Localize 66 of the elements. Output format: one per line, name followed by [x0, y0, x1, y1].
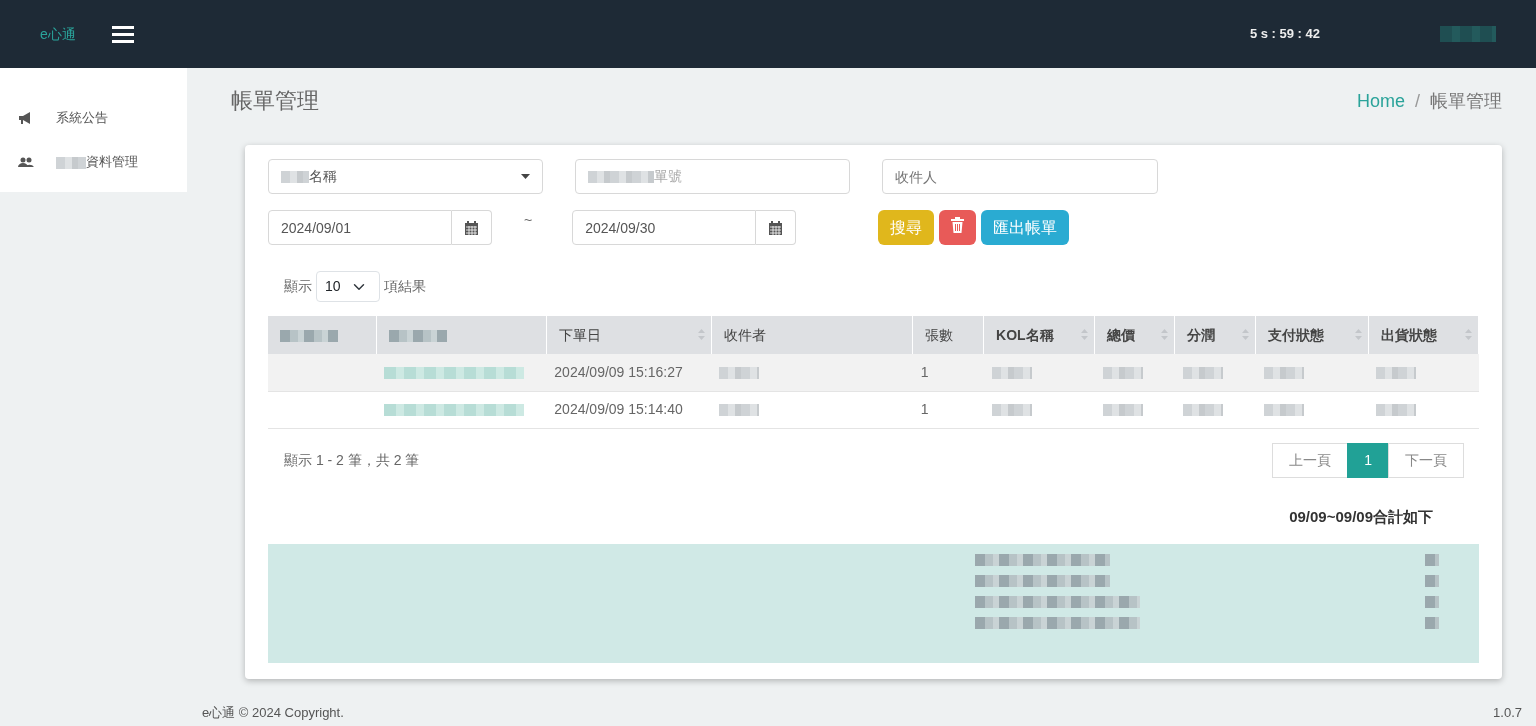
blurred-text: [1425, 596, 1439, 608]
blurred-text: [56, 156, 86, 169]
caret-icon: [521, 174, 530, 179]
copyright-text: e心通 © 2024 Copyright.: [202, 704, 344, 722]
blurred-text: [388, 329, 447, 342]
sidebar-label: 資料管理: [56, 152, 138, 172]
date-field[interactable]: 2024/09/30: [572, 210, 757, 245]
blurred-text: [991, 404, 1032, 417]
blurred-text: [1425, 575, 1439, 587]
blurred-text: [719, 367, 760, 380]
length-label: 顯示: [284, 277, 312, 296]
blurred-text: [1376, 404, 1417, 417]
session-timer: 5 s : 59 : 42: [1249, 25, 1320, 44]
table-cell: 1: [920, 363, 929, 380]
blurred-text: [1263, 404, 1304, 417]
blurred-text: [1182, 367, 1223, 380]
summary-title: 09/09~09/09合計如下: [1289, 507, 1433, 525]
page-title: 帳單管理: [231, 88, 319, 115]
blurred-text: [1425, 617, 1439, 629]
breadcrumb-separator: /: [1415, 90, 1420, 113]
column-header[interactable]: 張數: [912, 316, 984, 354]
recipient-field[interactable]: 收件人: [882, 159, 1158, 194]
calendar-icon: [465, 220, 478, 235]
table-cell: 2024/09/09 15:14:40: [554, 401, 683, 417]
sidebar-label: 系統公告: [56, 109, 108, 128]
name-select[interactable]: 名稱: [268, 159, 543, 194]
calendar-button[interactable]: [452, 210, 492, 245]
brand-logo[interactable]: e心通: [40, 23, 76, 45]
calendar-icon: [769, 220, 783, 235]
page-length-select[interactable]: 10: [316, 271, 380, 302]
version-text: 1.0.7: [1493, 704, 1522, 722]
blurred-text: [1376, 367, 1417, 380]
blurred-text: [991, 367, 1032, 380]
table-info: 顯示 1 - 2 筆，共 2 筆: [284, 450, 420, 470]
blurred-text: [1263, 367, 1304, 380]
blurred-text: [281, 171, 309, 184]
blurred-text: [280, 329, 338, 342]
table-cell: 1: [920, 401, 929, 417]
page-button[interactable]: 下一頁: [1388, 442, 1464, 478]
menu-icon[interactable]: [111, 25, 134, 43]
page-button[interactable]: 上一頁: [1272, 442, 1349, 478]
date-field[interactable]: 2024/09/01: [268, 210, 452, 245]
blurred-text: [588, 171, 654, 184]
user-name: [1440, 26, 1496, 42]
trash-icon: [951, 217, 965, 233]
column-header[interactable]: 支付狀態: [1255, 316, 1369, 354]
column-header[interactable]: 下單日: [546, 316, 712, 354]
column-header[interactable]: 分潤: [1174, 316, 1256, 354]
length-label: 項結果: [384, 277, 426, 296]
table-cell: 2024/09/09 15:16:27: [554, 363, 683, 380]
breadcrumb-current: 帳單管理: [1430, 90, 1502, 113]
sidebar-item[interactable]: 系統公告: [0, 96, 187, 140]
column-header[interactable]: 總價: [1094, 316, 1175, 354]
range-separator: ~: [524, 211, 533, 230]
blurred-text: [1102, 404, 1143, 417]
column-header[interactable]: KOL名稱: [983, 316, 1095, 354]
blurred-text: [1182, 404, 1223, 417]
users-icon: [18, 156, 34, 168]
blurred-text: [719, 404, 760, 417]
delete-button[interactable]: [939, 210, 977, 245]
column-header[interactable]: 收件者: [711, 316, 913, 354]
column-header[interactable]: 出貨狀態: [1368, 316, 1479, 354]
blurred-text: [1102, 367, 1143, 380]
sidebar-item[interactable]: 資料管理: [0, 140, 187, 184]
blurred-text: [1425, 554, 1439, 566]
calendar-button[interactable]: [756, 210, 797, 245]
